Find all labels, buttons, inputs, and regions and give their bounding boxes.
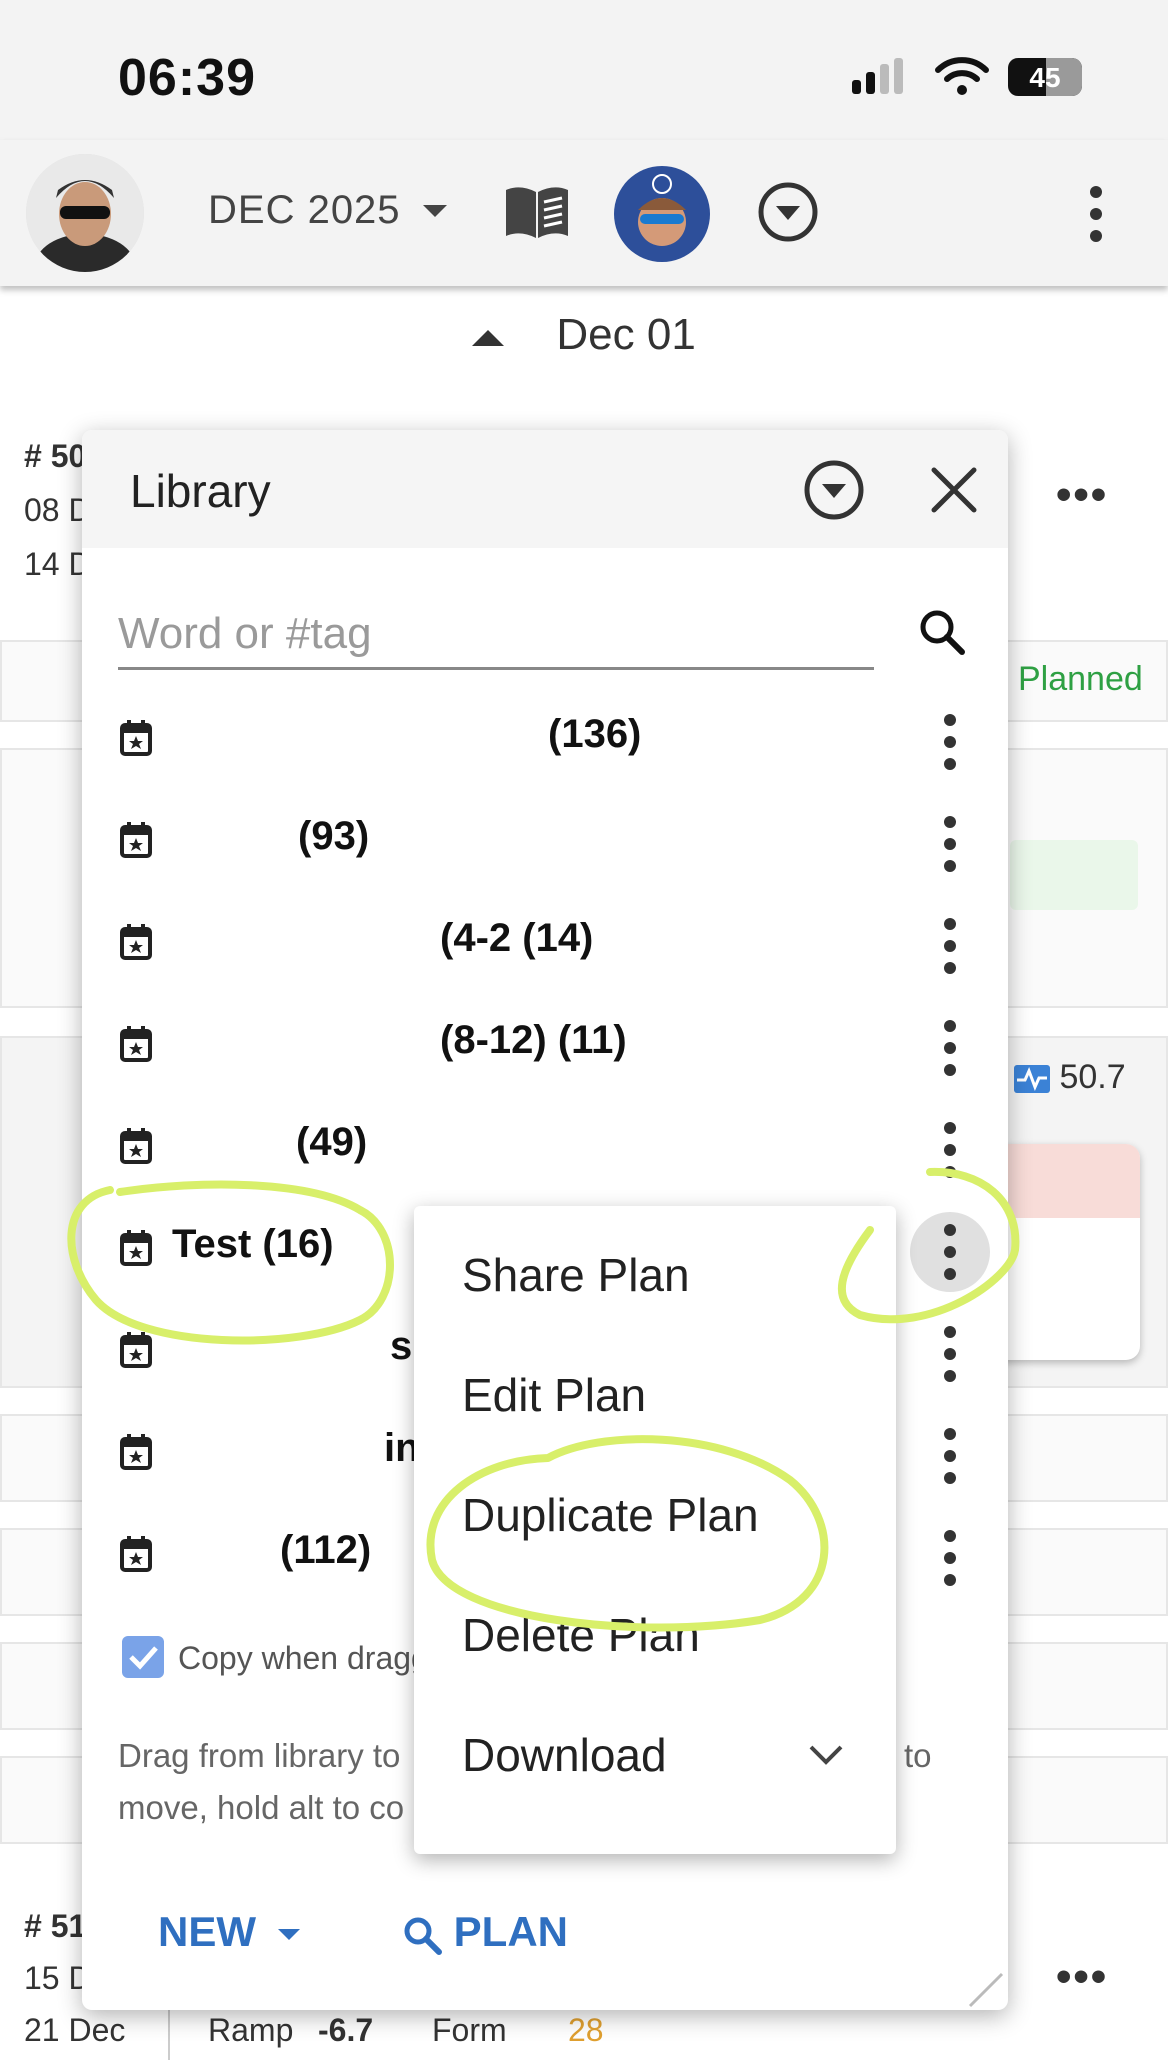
copy-checkbox[interactable] <box>122 1636 164 1678</box>
plan-list-item[interactable]: (49) <box>82 1098 1008 1200</box>
filter-dropdown-icon[interactable] <box>756 180 820 244</box>
plan-search-button[interactable]: PLAN <box>402 1908 568 1956</box>
week-end: 21 Dec <box>24 2012 126 2048</box>
menu-item-label: Delete Plan <box>462 1609 700 1661</box>
delete-plan-menu-item[interactable]: Delete Plan <box>414 1574 896 1694</box>
plan-label: (136) <box>548 712 642 756</box>
caret-up-icon <box>472 330 505 347</box>
plan-more-icon[interactable] <box>910 1110 990 1190</box>
planned-status: Planned <box>1018 660 1143 698</box>
battery-level: 45 <box>1029 62 1061 93</box>
plan-list-item[interactable]: (136) <box>82 690 1008 792</box>
calendar-star-icon <box>120 1434 152 1470</box>
caret-down-icon <box>277 1928 300 1940</box>
calendar-star-icon <box>120 1230 152 1266</box>
status-bar: 06:39 45 <box>0 0 1168 140</box>
form-label: Form <box>432 2012 507 2048</box>
month-selector[interactable]: DEC 2025 <box>208 188 447 233</box>
plan-label: PLAN <box>453 1908 569 1955</box>
plan-list-item[interactable]: (4-2 (14) <box>82 894 1008 996</box>
new-button[interactable]: NEW <box>158 1908 300 1956</box>
plan-more-icon[interactable] <box>910 1212 990 1292</box>
caret-down-icon <box>422 205 447 218</box>
week-more-icon[interactable]: ••• <box>1056 470 1108 520</box>
wifi-icon <box>935 57 989 95</box>
duplicate-plan-menu-item[interactable]: Duplicate Plan <box>414 1454 896 1574</box>
fitness-value: 50.7 <box>1059 1058 1126 1096</box>
signal-icon <box>852 58 903 94</box>
calendar-star-icon <box>120 1536 152 1572</box>
calendar-star-icon <box>120 1026 152 1062</box>
close-icon[interactable] <box>930 466 978 514</box>
share-plan-menu-item[interactable]: Share Plan <box>414 1214 896 1334</box>
battery-icon: 45 <box>1008 58 1082 96</box>
plan-label: (49) <box>296 1120 368 1164</box>
plan-more-icon[interactable] <box>910 804 990 884</box>
copy-label: Copy when dragg <box>178 1640 429 1676</box>
status-icons: 45 <box>850 52 1090 102</box>
form-value: 28 <box>568 2012 604 2048</box>
plan-list-item[interactable]: (93) <box>82 792 1008 894</box>
plan-more-icon[interactable] <box>910 906 990 986</box>
week-number: # 50 <box>24 438 87 474</box>
more-vertical-icon[interactable] <box>1086 186 1106 242</box>
plan-more-icon[interactable] <box>910 1518 990 1598</box>
pulse-icon <box>1014 1065 1050 1094</box>
library-header: Library <box>82 430 1008 548</box>
menu-item-label: Duplicate Plan <box>462 1489 759 1541</box>
plan-label: (8-12) (11) <box>440 1018 627 1062</box>
filter-dropdown-icon[interactable] <box>802 458 866 522</box>
week-number: # 51 <box>24 1908 87 1944</box>
search-input[interactable] <box>118 600 874 670</box>
ramp-value: -6.7 <box>318 2012 374 2048</box>
menu-item-label: Share Plan <box>462 1249 690 1301</box>
clock: 06:39 <box>118 49 256 107</box>
checkmark-icon <box>129 1646 158 1670</box>
week-more-icon[interactable]: ••• <box>1056 1952 1108 2002</box>
plan-more-icon[interactable] <box>910 702 990 782</box>
calendar-star-icon <box>120 720 152 756</box>
plan-more-icon[interactable] <box>910 1314 990 1394</box>
plan-label: (93) <box>298 814 370 858</box>
library-title: Library <box>130 465 271 517</box>
calendar-star-icon <box>120 1332 152 1368</box>
plan-label: s <box>390 1324 413 1368</box>
plan-more-icon[interactable] <box>910 1008 990 1088</box>
ramp-label: Ramp <box>208 2012 294 2048</box>
resize-handle-icon[interactable] <box>966 1970 1006 2010</box>
edit-plan-menu-item[interactable]: Edit Plan <box>414 1334 896 1454</box>
plan-label: (112) <box>280 1528 372 1572</box>
plan-label: Test (16) <box>172 1222 334 1266</box>
plan-more-icon[interactable] <box>910 1416 990 1496</box>
plan-context-menu: Share Plan Edit Plan Duplicate Plan Dele… <box>414 1206 896 1854</box>
calendar-star-icon <box>120 822 152 858</box>
help-line-2: move, hold alt to co <box>118 1789 405 1826</box>
fitness-readout: 50.7 <box>1014 1058 1126 1097</box>
download-menu-item[interactable]: Download <box>414 1694 896 1814</box>
app-toolbar: DEC 2025 <box>0 140 1168 286</box>
day-label: Dec 01 <box>556 310 696 359</box>
calendar-star-icon <box>120 924 152 960</box>
search-icon <box>404 1917 442 1955</box>
bg-progress-bar <box>1010 840 1138 910</box>
day-nav[interactable]: Dec 01 <box>0 310 1168 360</box>
plan-label: (4-2 (14) <box>440 916 594 960</box>
menu-item-label: Edit Plan <box>462 1369 647 1421</box>
search-icon[interactable] <box>918 608 966 656</box>
search-bar <box>118 600 965 670</box>
new-label: NEW <box>158 1908 256 1955</box>
user-avatar[interactable] <box>26 154 144 272</box>
chevron-down-icon <box>809 1745 843 1765</box>
plan-list-item[interactable]: (8-12) (11) <box>82 996 1008 1098</box>
help-line-1-end: to <box>904 1737 932 1774</box>
book-icon[interactable] <box>502 184 572 240</box>
help-line-1: Drag from library to <box>118 1737 401 1774</box>
menu-item-label: Download <box>462 1729 667 1781</box>
coach-avatar[interactable] <box>614 166 710 262</box>
calendar-star-icon <box>120 1128 152 1164</box>
month-label: DEC 2025 <box>208 188 401 232</box>
divider <box>168 2010 170 2060</box>
